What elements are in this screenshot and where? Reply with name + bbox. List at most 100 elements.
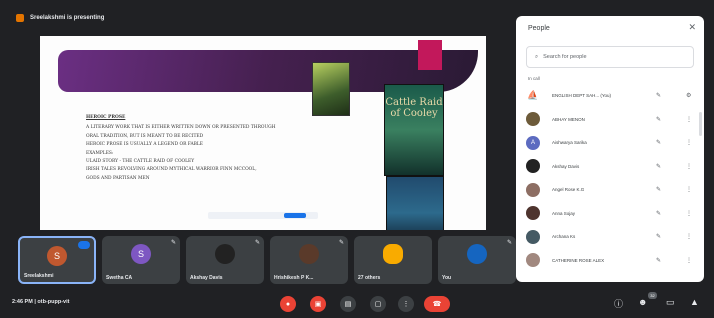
present-button[interactable]: ▢ [370,296,386,312]
mic-off-icon: ✎ [656,93,662,100]
people-count-badge: 32 [648,292,657,299]
hang-up-icon: ☎ [432,301,442,308]
avatar [215,244,235,264]
slide-line: oral tradition, but is meant to be recit… [86,133,204,139]
avatar: A [526,135,540,150]
section-label: In call [528,76,540,81]
participant-tile[interactable]: ✎ You [438,236,516,284]
clock-time: 2:46 PM [12,299,33,305]
avatar [299,244,319,264]
avatar [526,229,540,244]
more-options-icon[interactable]: ⋮ [686,116,692,123]
search-input[interactable]: ⌕ Search for people [526,46,694,68]
avatar [526,112,540,127]
shared-slide: Cattle Raid of Cooley Heroic prose A lit… [40,36,486,230]
pin-icon[interactable]: ⚙ [686,92,691,99]
participant-name: Sreelakshmi [24,273,54,279]
more-vert-icon: ⋮ [402,301,410,308]
activities-button[interactable]: ▲ [690,297,699,307]
camera-toggle-button[interactable]: ▣ [310,296,326,312]
list-item[interactable]: Archana Ks ✎ ⋮ [516,225,704,249]
slide-footer-button [284,213,306,218]
book-cover-image [312,62,350,116]
search-icon: ⌕ [535,53,539,60]
mic-off-icon: ✎ [170,240,176,246]
book-cover-image-2: Cattle Raid of Cooley [384,84,444,176]
list-item[interactable]: ⛵ ENGLISH DEPT SAH... (You) ✎ ⚙ [516,84,704,108]
list-item[interactable]: CATHERINE ROSE ALEX ✎ ⋮ [516,249,704,273]
person-name: Angel Rose K.G [552,187,585,193]
mic-off-icon: ✎ [254,240,260,246]
close-icon[interactable]: ✕ [688,22,696,33]
participant-tile[interactable]: S Sreelakshmi [18,236,96,284]
slide-footer-bar [208,212,318,219]
person-name: Anna Sojay [552,210,576,216]
person-name: ABHAY MENON [552,116,585,122]
participant-tile[interactable]: 27 others [354,236,432,284]
chat-button[interactable]: ▭ [666,297,675,308]
leave-call-button[interactable]: ☎ [424,296,450,312]
slide-line: Heroic prose is usually a legend or fabl… [86,142,203,148]
list-item[interactable]: ABHAY MENON ✎ ⋮ [516,108,704,132]
participant-tile[interactable]: ✎ Akshay Davis [186,236,264,284]
person-name: Aishwarya Sarika [552,140,587,146]
person-name: ENGLISH DEPT SAH... (You) [552,93,612,99]
captions-icon: ▤ [344,301,352,308]
people-list: ⛵ ENGLISH DEPT SAH... (You) ✎ ⚙ ABHAY ME… [516,84,704,272]
person-name: CATHERINE ROSE ALEX [552,257,605,263]
participant-tile[interactable]: ✎ Hrishikesh P K... [270,236,348,284]
presenting-text: Sreelakshmi is presenting [30,15,105,21]
avatar [526,206,540,221]
book-cover-image-3 [386,176,444,230]
more-options-icon[interactable]: ⋮ [686,210,692,217]
avatar [526,182,540,197]
mic-off-icon: ✎ [656,163,662,170]
more-options-button[interactable]: ⋮ [398,296,414,312]
camera-off-icon: ▣ [314,301,322,308]
list-item[interactable]: Akshay Davis ✎ ⋮ [516,155,704,179]
slide-line: Irish tales revolving around mythical wa… [86,167,257,173]
slide-heading: Heroic prose [86,115,126,120]
avatar [526,253,540,268]
more-options-icon[interactable]: ⋮ [686,139,692,146]
search-placeholder: Search for people [543,54,587,60]
captions-button[interactable]: ▤ [340,296,356,312]
mic-toggle-button[interactable]: ● [280,296,296,312]
mic-off-icon: ✎ [656,210,662,217]
avatar: S [47,246,67,266]
mic-off-icon: ● [285,300,291,308]
more-options-icon[interactable]: ⋮ [686,233,692,240]
slide-body: Heroic prose A literary work that is eit… [86,114,386,183]
participant-name: Hrishikesh P K... [274,275,314,281]
participant-name: Akshay Davis [190,275,223,281]
slide-line: A literary work that is either written d… [86,125,276,131]
mic-off-icon: ✎ [656,257,662,264]
present-icon: ▢ [374,301,382,308]
mic-off-icon: ✎ [656,234,662,241]
people-panel: People ✕ ⌕ Search for people In call ⛵ E… [516,16,704,282]
slide-line: gods and partisan men [86,175,150,181]
book-cover-title: Cattle Raid of Cooley [385,97,443,119]
participant-name: 27 others [358,275,381,281]
slide-accent-bar [418,40,442,70]
list-item[interactable]: Angel Rose K.G ✎ ⋮ [516,178,704,202]
more-options-icon[interactable]: ⋮ [686,257,692,264]
people-button[interactable]: ☻ [638,297,647,307]
slide-line: Ulaid story - The Cattle Raid of Cooley [86,159,195,165]
hand-icon [78,241,90,249]
scrollbar[interactable] [699,112,702,136]
meeting-info: 2:46 PM | otb-pupp-vit [12,299,69,305]
slide-line: Examples: [86,150,114,156]
presenting-banner: Sreelakshmi is presenting [16,8,176,28]
panel-title: People [528,25,550,32]
person-name: Akshay Davis [552,163,580,169]
list-item[interactable]: A Aishwarya Sarika ✎ ⋮ [516,131,704,155]
meeting-details-button[interactable]: ⓘ [614,297,623,310]
participant-tile[interactable]: S ✎ Swetha CA [102,236,180,284]
avatar [467,244,487,264]
more-options-icon[interactable]: ⋮ [686,163,692,170]
more-options-icon[interactable]: ⋮ [686,186,692,193]
list-item[interactable]: Anna Sojay ✎ ⋮ [516,202,704,226]
mic-off-icon: ✎ [656,187,662,194]
participant-name: Swetha CA [106,275,133,281]
